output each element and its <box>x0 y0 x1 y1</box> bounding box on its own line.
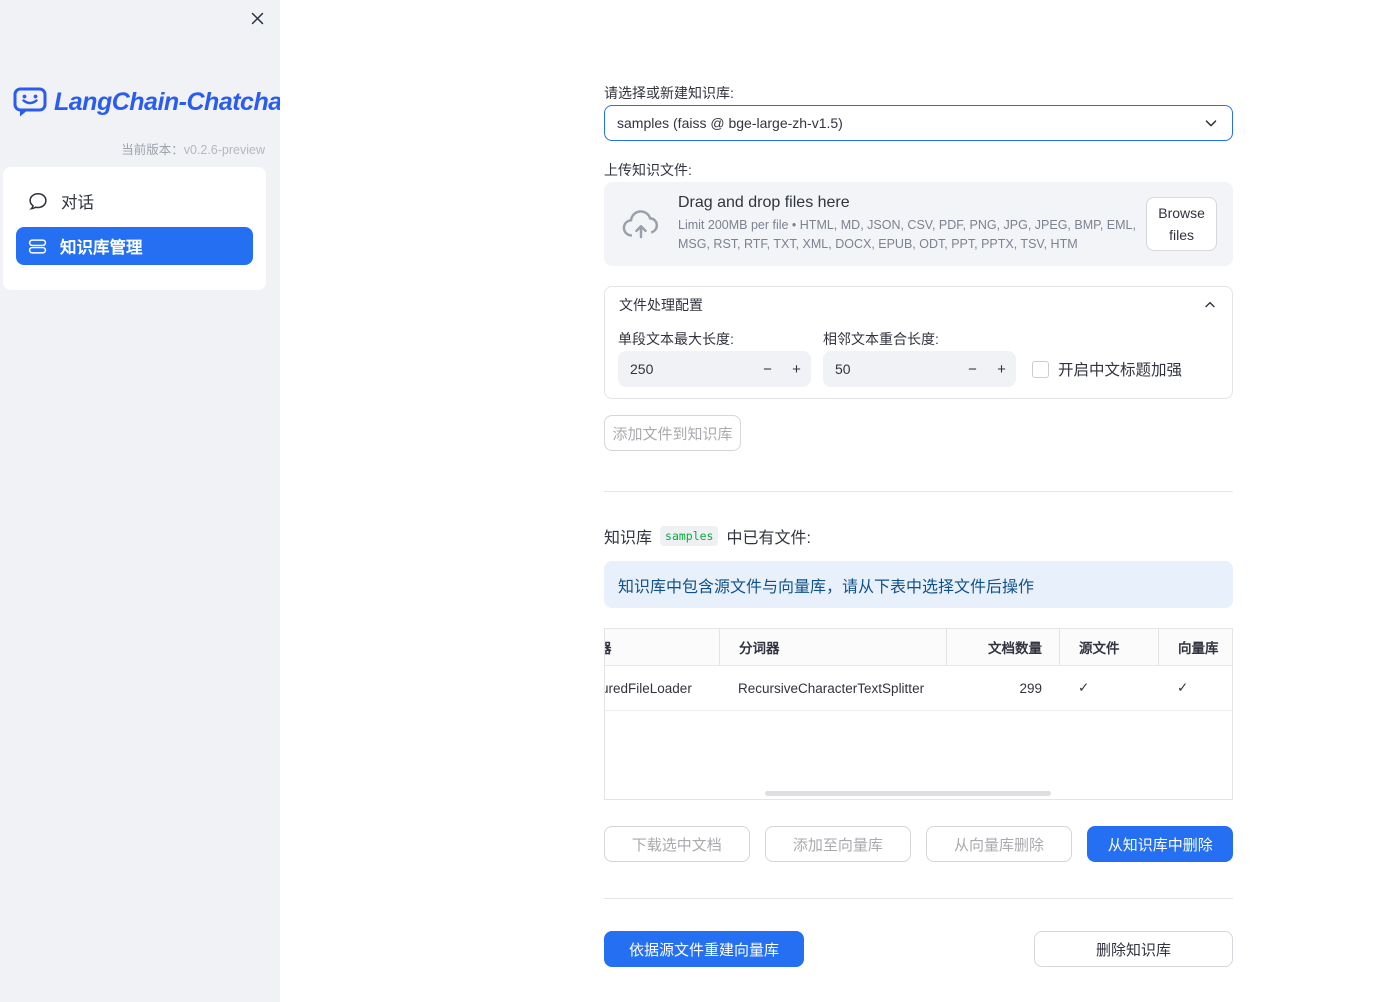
file-config-expander-header[interactable]: 文件处理配置 <box>605 287 1232 323</box>
kb-select-dropdown[interactable]: samples (faiss @ bge-large-zh-v1.5) <box>604 105 1233 141</box>
chinese-title-enhance-checkbox[interactable]: 开启中文标题加强 <box>1032 358 1182 380</box>
column-header-loader[interactable]: 器 <box>605 629 719 665</box>
download-selected-button[interactable]: 下载选中文档 <box>604 826 750 862</box>
kb-name-code: samples <box>660 526 719 546</box>
file-config-title: 文件处理配置 <box>619 297 703 313</box>
dropzone-title: Drag and drop files here <box>678 193 850 211</box>
browse-files-button[interactable]: Browse files <box>1146 196 1217 252</box>
checkbox-icon <box>1032 360 1049 378</box>
kb-footer-actions: 依据源文件重建向量库 删除知识库 <box>604 931 1233 967</box>
dropzone-texts: Drag and drop files here Limit 200MB per… <box>678 194 1146 255</box>
upload-label: 上传知识文件: <box>604 162 692 178</box>
chunk-size-stepper: − + <box>618 351 811 387</box>
rebuild-vector-store-button[interactable]: 依据源文件重建向量库 <box>604 931 804 967</box>
column-header-doc-count[interactable]: 文档数量 <box>946 629 1059 665</box>
sidebar: LangChain-Chatchat 当前版本：v0.2.6-preview 对… <box>0 0 290 1002</box>
delete-kb-button[interactable]: 删除知识库 <box>1034 931 1233 967</box>
chat-bubble-logo-icon <box>13 87 47 118</box>
cell-splitter: RecursiveCharacterTextSplitter <box>738 680 925 696</box>
cell-source-file-check: ✓ <box>1078 680 1090 695</box>
divider <box>604 898 1233 899</box>
kb-files-heading: 知识库 samples 中已有文件: <box>604 524 811 548</box>
cell-doc-count: 299 <box>1019 680 1042 696</box>
column-header-source-file[interactable]: 源文件 <box>1059 629 1158 665</box>
overlap-increment-button[interactable]: + <box>987 351 1016 387</box>
info-alert: 知识库中包含源文件与向量库，请从下表中选择文件后操作 <box>604 561 1233 608</box>
kb-files-prefix: 知识库 <box>604 530 653 547</box>
table-row[interactable]: uredFileLoader RecursiveCharacterTextSpl… <box>605 666 1232 711</box>
divider <box>604 491 1233 492</box>
sidebar-menu: 对话 知识库管理 <box>3 167 266 290</box>
chunk-size-input[interactable] <box>618 361 753 377</box>
dropzone-hint: Limit 200MB per file • HTML, MD, JSON, C… <box>678 217 1136 251</box>
sidebar-item-label: 知识库管理 <box>60 239 143 257</box>
table-header-row: 器 分词器 文档数量 源文件 向量库 <box>605 629 1232 666</box>
add-files-to-kb-button[interactable]: 添加文件到知识库 <box>604 415 741 451</box>
chat-icon <box>28 191 48 211</box>
delete-from-kb-button[interactable]: 从知识库中删除 <box>1087 826 1233 862</box>
close-icon <box>249 10 266 27</box>
overlap-decrement-button[interactable]: − <box>958 351 987 387</box>
app-title: LangChain-Chatchat <box>54 88 290 116</box>
app-page: LangChain-Chatchat 当前版本：v0.2.6-preview 对… <box>0 0 1380 1002</box>
sidebar-item-dialogue[interactable]: 对话 <box>16 182 253 220</box>
main-content: 请选择或新建知识库: samples (faiss @ bge-large-zh… <box>280 0 1380 1002</box>
delete-from-vector-store-button[interactable]: 从向量库删除 <box>926 826 1072 862</box>
sidebar-close-button[interactable] <box>247 8 267 28</box>
sidebar-item-knowledge-base[interactable]: 知识库管理 <box>16 227 253 265</box>
info-alert-text: 知识库中包含源文件与向量库，请从下表中选择文件后操作 <box>618 578 1035 596</box>
kb-files-table: 器 分词器 文档数量 源文件 向量库 uredFileLoader Recurs… <box>604 628 1233 800</box>
chevron-up-icon <box>1202 297 1218 313</box>
kb-files-suffix: 中已有文件: <box>726 530 811 547</box>
file-dropzone[interactable]: Drag and drop files here Limit 200MB per… <box>604 182 1233 266</box>
table-horizontal-scrollbar[interactable] <box>765 791 1051 796</box>
kb-select-value: samples (faiss @ bge-large-zh-v1.5) <box>617 115 843 131</box>
column-header-vector-store[interactable]: 向量库 <box>1158 629 1232 665</box>
chunk-size-increment-button[interactable]: + <box>782 351 811 387</box>
chunk-size-decrement-button[interactable]: − <box>753 351 782 387</box>
add-to-vector-store-button[interactable]: 添加至向量库 <box>765 826 911 862</box>
chevron-down-icon <box>1202 114 1220 132</box>
sidebar-item-label: 对话 <box>61 194 94 212</box>
overlap-stepper: − + <box>823 351 1016 387</box>
chunk-size-label: 单段文本最大长度: <box>618 331 734 347</box>
version-info: 当前版本：v0.2.6-preview <box>121 139 265 158</box>
cloud-upload-icon <box>620 206 662 242</box>
column-header-splitter[interactable]: 分词器 <box>719 629 946 665</box>
kb-select-label: 请选择或新建知识库: <box>604 85 734 101</box>
file-config-expander: 文件处理配置 单段文本最大长度: − + 相邻文本重合长度: − + <box>604 286 1233 399</box>
stack-icon <box>28 237 47 256</box>
cell-vector-store-check: ✓ <box>1177 680 1189 695</box>
version-label: 当前版本： <box>121 143 184 157</box>
file-actions-row: 下载选中文档 添加至向量库 从向量库删除 从知识库中删除 <box>604 826 1233 862</box>
overlap-label: 相邻文本重合长度: <box>823 331 939 347</box>
version-value: v0.2.6-preview <box>183 143 265 157</box>
cell-loader: uredFileLoader <box>605 680 692 696</box>
app-logo: LangChain-Chatchat <box>13 87 290 118</box>
overlap-input[interactable] <box>823 361 958 377</box>
checkbox-label: 开启中文标题加强 <box>1058 362 1183 379</box>
